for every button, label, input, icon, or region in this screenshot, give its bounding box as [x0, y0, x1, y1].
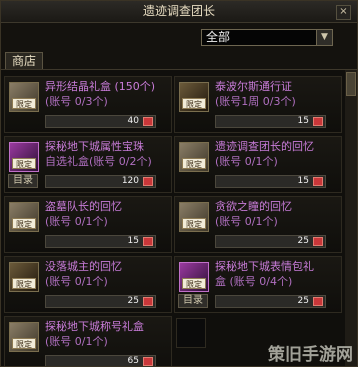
category-dropdown[interactable]: 全部 ▼ [201, 29, 333, 46]
window-title: 遗迹调查团长 [142, 4, 215, 18]
shop-item[interactable]: 限定 没落城主的回忆 (账号 0/1个) 25 [4, 256, 172, 313]
item-name: 探秘地下城属性宝珠 [45, 140, 144, 153]
scroll-icon: 限定 [9, 262, 39, 292]
gift-box-icon: 限定 [9, 82, 39, 112]
item-name: 探秘地下城称号礼盒 [45, 320, 144, 333]
item-limit: (账号 0/1个) [45, 275, 108, 288]
shop-item[interactable]: 限定 异形结晶礼盒 (150个) (账号 0/3个) 40 [4, 76, 172, 133]
limited-badge: 限定 [12, 158, 36, 169]
item-price: 25 [45, 295, 156, 308]
scroll-icon: 限定 [9, 202, 39, 232]
price-value: 15 [127, 236, 139, 246]
shop-item[interactable]: 限定 探秘地下城称号礼盒 (账号 0/1个) 65 [4, 316, 172, 366]
price-value: 65 [127, 356, 139, 366]
catalog-button[interactable]: 目录 [8, 174, 38, 188]
shop-window: 遗迹调查团长 × 全部 ▼ 商店 限定 异形结晶礼盒 (150个) (账号 0/… [0, 0, 358, 367]
limited-badge: 限定 [182, 278, 206, 289]
filter-bar: 全部 ▼ [1, 26, 357, 48]
close-icon[interactable]: × [336, 5, 351, 20]
item-price: 65 [45, 355, 156, 366]
shop-item[interactable]: 限定 探秘地下城表情包礼 盒 (账号 0/4个) 目录 25 [174, 256, 342, 313]
shop-item[interactable]: 限定 探秘地下城属性宝珠 自选礼盒(账号 0/2个) 目录 120 [4, 136, 172, 193]
scrollbar[interactable] [345, 70, 357, 366]
watermark: 策旧手游网 [268, 345, 353, 365]
shop-item[interactable]: 限定 泰波尔斯通行证 (账号1周 0/3个) 15 [174, 76, 342, 133]
dropdown-selected: 全部 [206, 30, 231, 44]
item-price: 120 [45, 175, 156, 188]
limited-badge: 限定 [12, 218, 36, 229]
limited-badge: 限定 [12, 338, 36, 349]
item-name: 探秘地下城表情包礼 [215, 260, 314, 273]
scroll-icon: 限定 [179, 142, 209, 172]
catalog-button[interactable]: 目录 [178, 294, 208, 308]
tab-shop[interactable]: 商店 [5, 52, 43, 70]
price-value: 25 [297, 236, 309, 246]
limited-badge: 限定 [182, 98, 206, 109]
limited-badge: 限定 [182, 158, 206, 169]
item-name: 没落城主的回忆 [45, 260, 122, 273]
item-limit: 盒 (账号 0/4个) [215, 275, 293, 288]
coin-icon [313, 237, 323, 246]
item-price: 40 [45, 115, 156, 128]
chevron-down-icon[interactable]: ▼ [316, 30, 332, 45]
shop-item[interactable]: 限定 贪欲之瞳的回忆 (账号 0/1个) 25 [174, 196, 342, 253]
item-limit: (账号 0/3个) [45, 95, 108, 108]
price-value: 25 [127, 296, 139, 306]
price-value: 15 [297, 176, 309, 186]
item-name: 泰波尔斯通行证 [215, 80, 292, 93]
item-limit: 自选礼盒(账号 0/2个) [45, 155, 152, 168]
shop-item[interactable]: 限定 遗迹调查团长的回忆 (账号 0/1个) 15 [174, 136, 342, 193]
limited-badge: 限定 [182, 218, 206, 229]
shop-panel: 限定 异形结晶礼盒 (150个) (账号 0/3个) 40 限定 泰波尔斯通行证… [1, 69, 357, 366]
price-value: 120 [121, 176, 139, 186]
limited-badge: 限定 [12, 278, 36, 289]
item-limit: (账号1周 0/3个) [215, 95, 296, 108]
price-value: 15 [297, 116, 309, 126]
item-name: 遗迹调查团长的回忆 [215, 140, 314, 153]
scroll-icon: 限定 [179, 202, 209, 232]
coin-icon [143, 297, 153, 306]
item-limit: (账号 0/1个) [45, 215, 108, 228]
item-name: 异形结晶礼盒 (150个) [45, 80, 156, 93]
coin-icon [313, 297, 323, 306]
item-name: 盗墓队长的回忆 [45, 200, 122, 213]
scrollbar-thumb[interactable] [346, 72, 356, 96]
coin-icon [313, 117, 323, 126]
limited-badge: 限定 [12, 98, 36, 109]
coin-icon [143, 177, 153, 186]
item-limit: (账号 0/1个) [215, 155, 278, 168]
item-price: 25 [215, 235, 326, 248]
price-value: 25 [297, 296, 309, 306]
shop-item[interactable]: 限定 盗墓队长的回忆 (账号 0/1个) 15 [4, 196, 172, 253]
gem-box-icon: 限定 [9, 142, 39, 172]
item-limit: (账号 0/1个) [45, 335, 108, 348]
empty-slot [176, 318, 206, 348]
item-limit: (账号 0/1个) [215, 215, 278, 228]
price-value: 40 [127, 116, 139, 126]
title-box-icon: 限定 [9, 322, 39, 352]
title-bar: 遗迹调查团长 × [1, 1, 357, 23]
item-price: 15 [215, 175, 326, 188]
item-price: 15 [45, 235, 156, 248]
coin-icon [143, 117, 153, 126]
coin-icon [313, 177, 323, 186]
item-price: 25 [215, 295, 326, 308]
item-price: 15 [215, 115, 326, 128]
item-name: 贪欲之瞳的回忆 [215, 200, 292, 213]
pass-icon: 限定 [179, 82, 209, 112]
coin-icon [143, 357, 153, 366]
coin-icon [143, 237, 153, 246]
emoji-box-icon: 限定 [179, 262, 209, 292]
